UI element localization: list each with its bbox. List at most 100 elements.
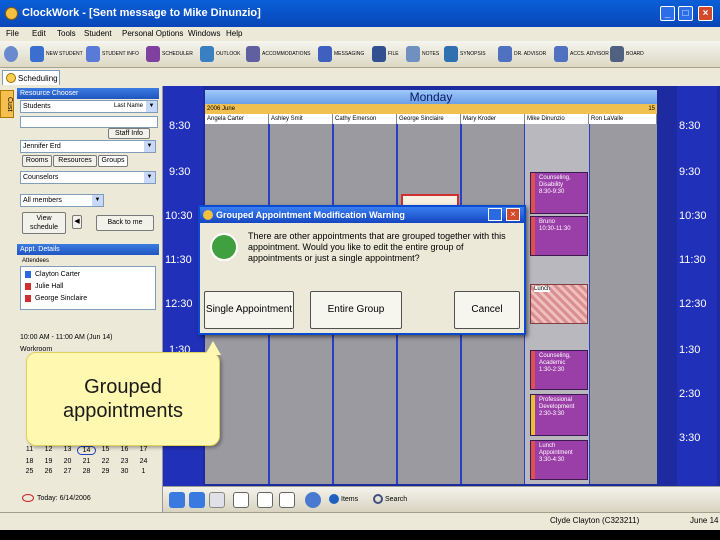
appointment[interactable]: Professional Development 2:30-3:30	[530, 394, 588, 436]
menu-personal-options[interactable]: Personal Options	[122, 29, 183, 38]
list-item[interactable]: Julie Hall	[25, 283, 63, 290]
attendee-name: Julie Hall	[35, 283, 64, 290]
cal-day[interactable]: 18	[20, 458, 39, 465]
appointment[interactable]: Bruno 10:30-11:30	[530, 216, 588, 256]
single-appointment-button[interactable]: Single Appointment	[204, 291, 294, 329]
members-dropdown[interactable]: All members ▼	[20, 194, 104, 207]
person-dropdown[interactable]: Jennifer Erd ▼	[20, 140, 156, 153]
cal-day[interactable]: 30	[115, 468, 134, 475]
vertical-tab[interactable]: Cust	[0, 90, 14, 118]
toolbar-outlook[interactable]: OUTLOOK	[200, 44, 240, 64]
cal-day[interactable]: 19	[39, 458, 58, 465]
list-item[interactable]: Clayton Carter	[25, 271, 80, 278]
tab-groups[interactable]: Groups	[98, 155, 128, 167]
refresh-icon[interactable]	[305, 492, 321, 508]
search-button[interactable]: Search	[373, 494, 407, 504]
dialog-close-button[interactable]: ×	[506, 208, 520, 221]
time-label: 9:30	[169, 166, 191, 178]
toolbar-dr-advisor[interactable]: DR. ADVISOR	[498, 44, 546, 64]
entire-group-button[interactable]: Entire Group	[310, 291, 402, 329]
toolbar-student-info[interactable]: STUDENT INFO	[86, 44, 139, 64]
items-button[interactable]: Items	[329, 494, 358, 504]
column-header[interactable]: George Sinclaire	[397, 114, 461, 124]
time-label: 2:30	[679, 388, 701, 400]
cal-day[interactable]: 24	[134, 458, 153, 465]
cal-day[interactable]: 20	[58, 458, 77, 465]
column-header[interactable]: Mike Dinunzio	[525, 114, 589, 124]
tab-rooms[interactable]: Rooms	[22, 155, 52, 167]
month-view-icon[interactable]	[279, 492, 295, 508]
column-header[interactable]: Angela Carter	[205, 114, 269, 124]
home-icon[interactable]	[209, 492, 225, 508]
tab-scheduling[interactable]: Scheduling	[2, 70, 60, 85]
cal-day[interactable]: 12	[39, 446, 58, 455]
dialog-maximize-button[interactable]	[488, 208, 502, 221]
back-to-me-button[interactable]: Back to me	[96, 215, 154, 231]
staff-info-button[interactable]: Staff Info	[108, 128, 150, 139]
view-schedule-button[interactable]: View schedule	[22, 212, 66, 234]
board-icon	[610, 46, 624, 62]
list-item[interactable]: George Sinclaire	[25, 295, 87, 302]
settings-tool[interactable]	[4, 44, 20, 64]
cal-day[interactable]: 26	[39, 468, 58, 475]
minimize-button[interactable]: _	[660, 6, 675, 21]
today-link[interactable]: Today: 6/14/2006	[22, 494, 91, 502]
menu-help[interactable]: Help	[226, 29, 242, 38]
group-dropdown[interactable]: Counselors ▼	[20, 171, 156, 184]
close-button[interactable]: ×	[698, 6, 713, 21]
callout-line-2: appointments	[62, 400, 184, 422]
toolbar-synopsis[interactable]: SYNOPSIS	[444, 44, 486, 64]
arrow-left-icon[interactable]: ◀	[72, 215, 82, 229]
appointment[interactable]: Lunch Appointment 3:30-4:30	[530, 440, 588, 480]
toolbar-board[interactable]: BOARD	[610, 44, 644, 64]
cal-day[interactable]: 1	[134, 468, 153, 475]
cancel-button[interactable]: Cancel	[454, 291, 520, 329]
week-view-icon[interactable]	[257, 492, 273, 508]
menu-windows[interactable]: Windows	[188, 29, 220, 38]
cal-day[interactable]: 23	[115, 458, 134, 465]
search-input[interactable]	[20, 116, 158, 128]
toolbar-notes[interactable]: NOTES	[406, 44, 439, 64]
cal-day[interactable]: 27	[58, 468, 77, 475]
cal-day[interactable]: 17	[134, 446, 153, 455]
cal-day[interactable]: 25	[20, 468, 39, 475]
cal-day[interactable]: 21	[77, 458, 96, 465]
toolbar-label: SYNOPSIS	[460, 51, 486, 57]
cal-day[interactable]: 15	[96, 446, 115, 455]
column-header[interactable]: Cathy Emerson	[333, 114, 397, 124]
lunch-block[interactable]: Lunch	[530, 284, 588, 324]
globe-icon	[329, 494, 339, 504]
menu-file[interactable]: File	[6, 29, 19, 38]
menu-tools[interactable]: Tools	[57, 29, 76, 38]
advisor-icon	[498, 46, 512, 62]
cal-day[interactable]: 13	[58, 446, 77, 455]
appointment[interactable]: Counseling, Academic 1:30-2:30	[530, 350, 588, 390]
toolbar-new-student[interactable]: NEW STUDENT	[30, 44, 83, 64]
arrow-right-icon[interactable]	[189, 492, 205, 508]
day-view-icon[interactable]	[233, 492, 249, 508]
arrow-left-icon[interactable]	[169, 492, 185, 508]
menu-edit[interactable]: Edit	[32, 29, 46, 38]
column-header[interactable]: Mary Kroder	[461, 114, 525, 124]
accommodations-icon	[246, 46, 260, 62]
tab-resources[interactable]: Resources	[53, 155, 97, 167]
maximize-button[interactable]: □	[678, 6, 693, 21]
toolbar-messaging[interactable]: MESSAGING	[318, 44, 364, 64]
toolbar-accs-advisor[interactable]: ACCS. ADVISOR	[554, 44, 609, 64]
column-header[interactable]: Ashley Smit	[269, 114, 333, 124]
cal-day[interactable]: 22	[96, 458, 115, 465]
cal-day[interactable]: 16	[115, 446, 134, 455]
category-dropdown[interactable]: Students Last Name ▼	[20, 100, 158, 113]
cal-day-selected[interactable]: 14	[77, 446, 96, 455]
time-label: 1:30	[679, 344, 701, 356]
column-header[interactable]: Ron LaValle	[589, 114, 657, 124]
cal-day[interactable]: 29	[96, 468, 115, 475]
toolbar-file[interactable]: FILE	[372, 44, 399, 64]
toolbar-scheduler[interactable]: SCHEDULER	[146, 44, 193, 64]
appt-text: Disability	[539, 182, 564, 188]
menu-student[interactable]: Student	[84, 29, 112, 38]
toolbar-accommodations[interactable]: ACCOMMODATIONS	[246, 44, 311, 64]
cal-day[interactable]: 11	[20, 446, 39, 455]
appointment[interactable]: Counseling, Disability 8:30-9:30	[530, 172, 588, 214]
cal-day[interactable]: 28	[77, 468, 96, 475]
